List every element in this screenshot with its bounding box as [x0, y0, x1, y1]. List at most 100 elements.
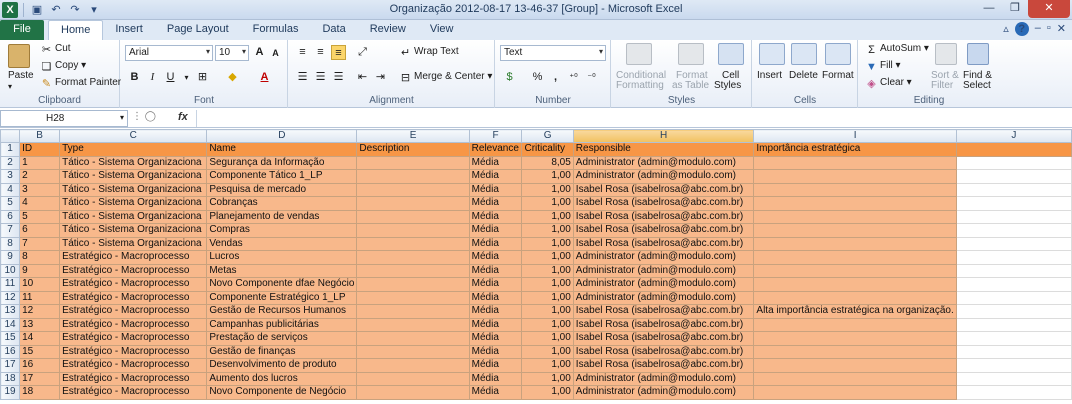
table-cell[interactable]: [955, 196, 1072, 211]
table-cell[interactable]: Componente Estratégico 1_LP: [206, 290, 358, 305]
align-center-icon[interactable]: ☰: [313, 70, 328, 85]
row-header[interactable]: 9: [0, 250, 21, 265]
underline-dropdown-icon[interactable]: ▾: [179, 70, 194, 85]
table-cell[interactable]: Média: [468, 155, 523, 170]
row-header[interactable]: 1: [0, 142, 21, 157]
align-middle-icon[interactable]: ≡: [313, 45, 328, 60]
table-cell[interactable]: [955, 236, 1072, 251]
row-header[interactable]: 14: [0, 317, 21, 332]
table-cell[interactable]: [955, 155, 1072, 170]
table-cell[interactable]: 11: [19, 290, 61, 305]
font-name-select[interactable]: Arial ▾: [125, 45, 213, 61]
table-cell[interactable]: [955, 263, 1072, 278]
header-cell[interactable]: [955, 142, 1072, 157]
table-cell[interactable]: Segurança da Informação: [206, 155, 358, 170]
table-cell[interactable]: Estratégico - Macroprocesso: [59, 317, 208, 332]
orientation-icon[interactable]: ⤢: [355, 45, 370, 60]
row-header[interactable]: 15: [0, 331, 21, 346]
table-cell[interactable]: [955, 344, 1072, 359]
increase-indent-icon[interactable]: ⇥: [373, 70, 388, 85]
table-cell[interactable]: Média: [468, 344, 523, 359]
column-header[interactable]: F: [468, 129, 523, 143]
close-icon[interactable]: ✕: [1028, 0, 1070, 18]
table-cell[interactable]: [356, 209, 470, 224]
row-header[interactable]: 7: [0, 223, 21, 238]
tab-data[interactable]: Data: [310, 20, 357, 40]
borders-icon[interactable]: ⊞: [195, 70, 210, 85]
header-cell[interactable]: Relevance: [468, 142, 523, 157]
table-cell[interactable]: 1,00: [521, 196, 574, 211]
table-cell[interactable]: Administrator (admin@modulo.com): [572, 290, 755, 305]
tab-file[interactable]: File: [0, 20, 44, 40]
header-cell[interactable]: Responsible: [572, 142, 755, 157]
table-cell[interactable]: Desenvolvimento de produto: [206, 358, 358, 373]
table-cell[interactable]: [955, 371, 1072, 386]
table-cell[interactable]: 3: [19, 182, 61, 197]
table-cell[interactable]: [753, 317, 957, 332]
table-cell[interactable]: Compras: [206, 223, 358, 238]
table-cell[interactable]: Estratégico - Macroprocesso: [59, 263, 208, 278]
table-cell[interactable]: 1,00: [521, 317, 574, 332]
grow-font-icon[interactable]: A: [252, 45, 267, 60]
table-cell[interactable]: [955, 169, 1072, 184]
table-cell[interactable]: 5: [19, 209, 61, 224]
table-cell[interactable]: [955, 223, 1072, 238]
header-cell[interactable]: Criticality: [521, 142, 574, 157]
insert-function-icon[interactable]: fx: [178, 111, 188, 123]
table-cell[interactable]: 16: [19, 358, 61, 373]
table-cell[interactable]: Alta importância estratégica na organiza…: [753, 304, 957, 319]
align-right-icon[interactable]: ☰: [331, 70, 346, 85]
tab-home[interactable]: Home: [48, 20, 104, 40]
tab-review[interactable]: Review: [358, 20, 418, 40]
table-cell[interactable]: Tático - Sistema Organizaciona: [59, 223, 208, 238]
column-header[interactable]: H: [572, 129, 755, 143]
format-as-table-icon[interactable]: [678, 43, 704, 65]
workbook-close-icon[interactable]: ✕: [1057, 22, 1066, 36]
row-header[interactable]: 11: [0, 277, 21, 292]
decrease-decimal-icon[interactable]: ⁻⁰: [584, 70, 599, 85]
table-cell[interactable]: [356, 223, 470, 238]
table-cell[interactable]: Cobranças: [206, 196, 358, 211]
column-header[interactable]: D: [206, 129, 358, 143]
table-cell[interactable]: [356, 290, 470, 305]
table-cell[interactable]: Administrator (admin@modulo.com): [572, 277, 755, 292]
table-cell[interactable]: Média: [468, 263, 523, 278]
table-cell[interactable]: 1,00: [521, 263, 574, 278]
row-header[interactable]: 13: [0, 304, 21, 319]
table-cell[interactable]: Média: [468, 371, 523, 386]
table-cell[interactable]: Vendas: [206, 236, 358, 251]
table-cell[interactable]: Administrator (admin@modulo.com): [572, 250, 755, 265]
table-cell[interactable]: Média: [468, 182, 523, 197]
table-cell[interactable]: [356, 155, 470, 170]
row-header[interactable]: 3: [0, 169, 21, 184]
accounting-format-icon[interactable]: $: [502, 70, 517, 85]
name-box[interactable]: H28 ▾: [0, 110, 128, 127]
underline-icon[interactable]: U: [163, 70, 178, 85]
table-cell[interactable]: Aumento dos lucros: [206, 371, 358, 386]
table-cell[interactable]: 1,00: [521, 331, 574, 346]
table-cell[interactable]: [356, 385, 470, 400]
table-cell[interactable]: [753, 358, 957, 373]
header-cell[interactable]: ID: [19, 142, 61, 157]
table-cell[interactable]: 8: [19, 250, 61, 265]
table-cell[interactable]: 10: [19, 277, 61, 292]
merge-center-button[interactable]: ⊟ Merge & Center ▾: [399, 71, 493, 85]
table-cell[interactable]: Estratégico - Macroprocesso: [59, 371, 208, 386]
table-cell[interactable]: 1,00: [521, 358, 574, 373]
insert-cells-button[interactable]: Insert: [757, 70, 782, 81]
table-cell[interactable]: Média: [468, 250, 523, 265]
table-cell[interactable]: Tático - Sistema Organizaciona: [59, 236, 208, 251]
maximize-icon[interactable]: ❐: [1002, 0, 1028, 18]
help-icon[interactable]: ?: [1014, 22, 1029, 36]
table-cell[interactable]: Isabel Rosa (isabelrosa@abc.com.br): [572, 344, 755, 359]
header-cell[interactable]: Name: [206, 142, 358, 157]
table-cell[interactable]: Estratégico - Macroprocesso: [59, 277, 208, 292]
table-cell[interactable]: Tático - Sistema Organizaciona: [59, 182, 208, 197]
table-cell[interactable]: Isabel Rosa (isabelrosa@abc.com.br): [572, 317, 755, 332]
row-header[interactable]: 12: [0, 290, 21, 305]
row-header[interactable]: 4: [0, 182, 21, 197]
format-painter-button[interactable]: ✎ Format Painter: [40, 77, 121, 91]
table-cell[interactable]: [753, 371, 957, 386]
table-cell[interactable]: Administrator (admin@modulo.com): [572, 385, 755, 400]
fill-color-icon[interactable]: ◆: [225, 70, 240, 85]
